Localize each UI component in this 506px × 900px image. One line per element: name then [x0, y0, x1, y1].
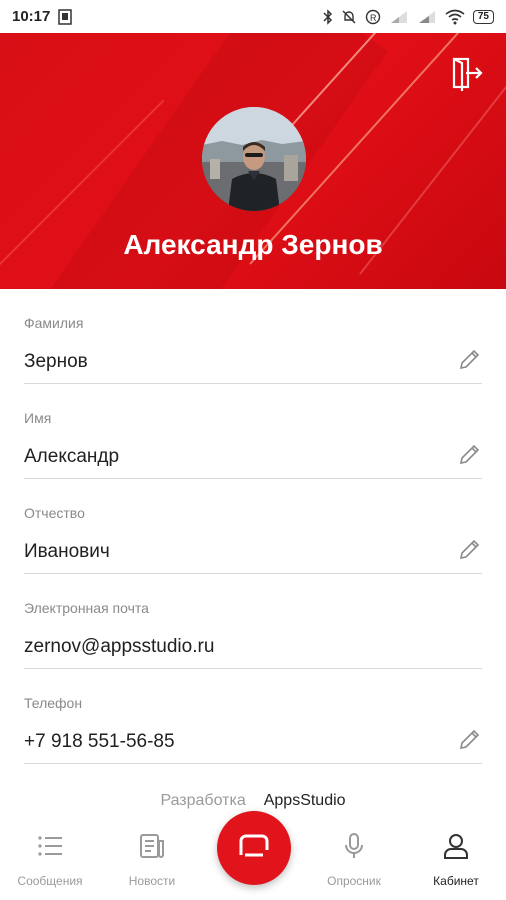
field-phone[interactable]: Телефон +7 918 551-56-85	[24, 669, 482, 764]
news-icon	[138, 832, 166, 860]
pencil-icon[interactable]	[458, 537, 482, 561]
credits-prefix: Разработка	[160, 792, 246, 809]
patronymic-value: Иванович	[24, 541, 110, 562]
nav-item-survey[interactable]: Опросник	[304, 832, 404, 888]
nav-item-cabinet[interactable]: Кабинет	[406, 832, 506, 888]
user-icon	[442, 832, 470, 860]
first-name-value: Александр	[24, 446, 120, 467]
field-first-name[interactable]: Имя Александр	[24, 384, 482, 479]
phone-value: +7 918 551-56-85	[24, 731, 175, 752]
logout-icon[interactable]	[448, 55, 484, 91]
status-time: 10:17	[12, 8, 51, 25]
list-icon	[36, 832, 64, 860]
field-label: Телефон	[24, 695, 83, 711]
svg-text:R: R	[370, 13, 377, 23]
status-bar: 10:17 R 75	[0, 0, 506, 33]
field-label: Имя	[24, 410, 52, 426]
nav-label: Новости	[128, 874, 176, 888]
pencil-icon[interactable]	[458, 727, 482, 751]
bluetooth-icon	[323, 8, 333, 25]
profile-form: Фамилия Зернов Имя Александр Отчество Ив…	[24, 289, 482, 764]
field-label: Фамилия	[24, 315, 84, 331]
nav-label: Опросник	[327, 874, 381, 888]
pencil-icon[interactable]	[458, 442, 482, 466]
profile-name: Александр Зернов	[123, 229, 383, 260]
nav-label: Кабинет	[433, 874, 479, 888]
field-patronymic[interactable]: Отчество Иванович	[24, 479, 482, 574]
credits-company[interactable]: AppsStudio	[264, 792, 346, 809]
signal-2-icon	[417, 10, 437, 24]
field-last-name[interactable]: Фамилия Зернов	[24, 289, 482, 384]
avatar[interactable]	[202, 107, 306, 211]
mute-bell-icon	[341, 9, 357, 25]
sim-card-icon	[58, 8, 73, 25]
field-label: Отчество	[24, 505, 85, 521]
chat-icon	[237, 833, 271, 864]
nav-item-messages[interactable]: Сообщения	[0, 832, 100, 888]
status-icons: R 75	[323, 8, 494, 25]
wifi-icon	[445, 9, 465, 25]
profile-header: Александр Зернов	[0, 33, 506, 289]
battery-icon: 75	[472, 9, 494, 24]
field-label: Электронная почта	[24, 600, 149, 616]
bottom-nav: Сообщения Новости Опросник Кабинет	[0, 811, 506, 900]
developer-credits: Разработка AppsStudio	[0, 792, 506, 810]
nav-label: Сообщения	[17, 874, 83, 888]
field-email: Электронная почта zernov@appsstudio.ru	[24, 574, 482, 669]
microphone-icon	[340, 832, 368, 860]
last-name-value: Зернов	[24, 351, 88, 372]
chat-button[interactable]	[217, 811, 291, 885]
signal-icon	[389, 10, 409, 24]
pencil-icon[interactable]	[458, 347, 482, 371]
nav-item-news[interactable]: Новости	[102, 832, 202, 888]
email-value: zernov@appsstudio.ru	[24, 636, 215, 657]
registered-icon: R	[365, 9, 381, 25]
